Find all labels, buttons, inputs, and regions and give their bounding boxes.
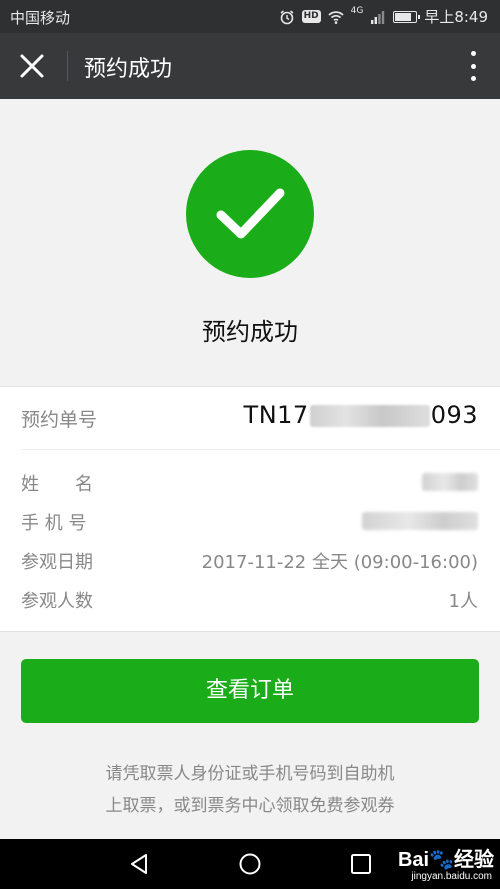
visitors-value: 1人 (448, 591, 478, 612)
back-triangle-icon[interactable] (127, 852, 151, 876)
success-area: 预约成功 (0, 99, 500, 386)
name-redacted (422, 473, 478, 491)
watermark-brand-2: 经验 (454, 849, 494, 871)
booking-info-panel: 预约单号 TN17 093 姓 名 手 机 号 参观日期 2017-11-22 全… (0, 386, 500, 632)
date-value: 2017-11-22 全天 (09:00-16:00) (201, 552, 478, 573)
pickup-note-line-1: 请凭取票人身份证或手机号码到自助机 (105, 764, 395, 784)
visitors-label: 参观人数 (21, 591, 93, 612)
watermark-brand: Bai (397, 849, 430, 871)
signal-icon (371, 10, 385, 24)
page-title: 预约成功 (84, 57, 173, 82)
detail-row-name: 姓 名 (0, 467, 500, 497)
success-title: 预约成功 (202, 318, 298, 346)
phone-redacted (362, 512, 478, 530)
phone-label: 手 机 号 (21, 513, 87, 534)
check-icon (216, 188, 285, 239)
carrier-name: 中国移动 (10, 9, 71, 27)
home-circle-icon[interactable] (238, 852, 262, 876)
nav-bar: 预约成功 (0, 33, 500, 99)
order-number-prefix: TN17 (243, 401, 309, 429)
name-label: 姓 名 (21, 474, 93, 495)
paw-icon: 🐾 (429, 849, 454, 871)
network-type: 4G (350, 6, 364, 16)
status-time: 早上8:49 (424, 8, 488, 26)
android-nav-bar: Bai🐾经验 jingyan.baidu.com (0, 839, 500, 889)
order-number-label: 预约单号 (21, 409, 98, 431)
battery-icon (393, 10, 421, 23)
status-icons: HD 4G 早上8:49 (279, 6, 488, 27)
row-divider (21, 449, 500, 450)
recent-apps-square-icon[interactable] (349, 852, 373, 876)
wifi-icon (328, 10, 344, 24)
detail-row-phone: 手 机 号 (0, 506, 500, 536)
detail-row-date: 参观日期 2017-11-22 全天 (09:00-16:00) (0, 545, 500, 575)
order-number-value: TN17 093 (244, 401, 478, 429)
view-order-button[interactable]: 查看订单 (21, 659, 479, 723)
date-label: 参观日期 (21, 552, 93, 573)
baidu-jingyan-watermark: Bai🐾经验 jingyan.baidu.com (397, 843, 494, 882)
hd-badge: HD (301, 10, 321, 23)
detail-row-visitors: 参观人数 1人 (0, 584, 500, 614)
success-circle (186, 150, 314, 278)
nav-divider (67, 51, 68, 81)
close-icon[interactable] (18, 52, 46, 80)
pickup-note: 请凭取票人身份证或手机号码到自助机 上取票，或到票务中心领取免费参观券 (0, 758, 500, 822)
order-number-redacted (309, 405, 430, 427)
pickup-note-line-2: 上取票，或到票务中心领取免费参观券 (105, 796, 395, 816)
more-vertical-icon[interactable] (468, 51, 478, 81)
alarm-icon (280, 9, 294, 24)
order-number-row: 预约单号 TN17 093 (0, 387, 500, 449)
order-number-suffix: 093 (430, 401, 478, 429)
status-bar: 中国移动 HD 4G 早上8:49 (0, 0, 500, 33)
watermark-url: jingyan.baidu.com (411, 871, 492, 882)
